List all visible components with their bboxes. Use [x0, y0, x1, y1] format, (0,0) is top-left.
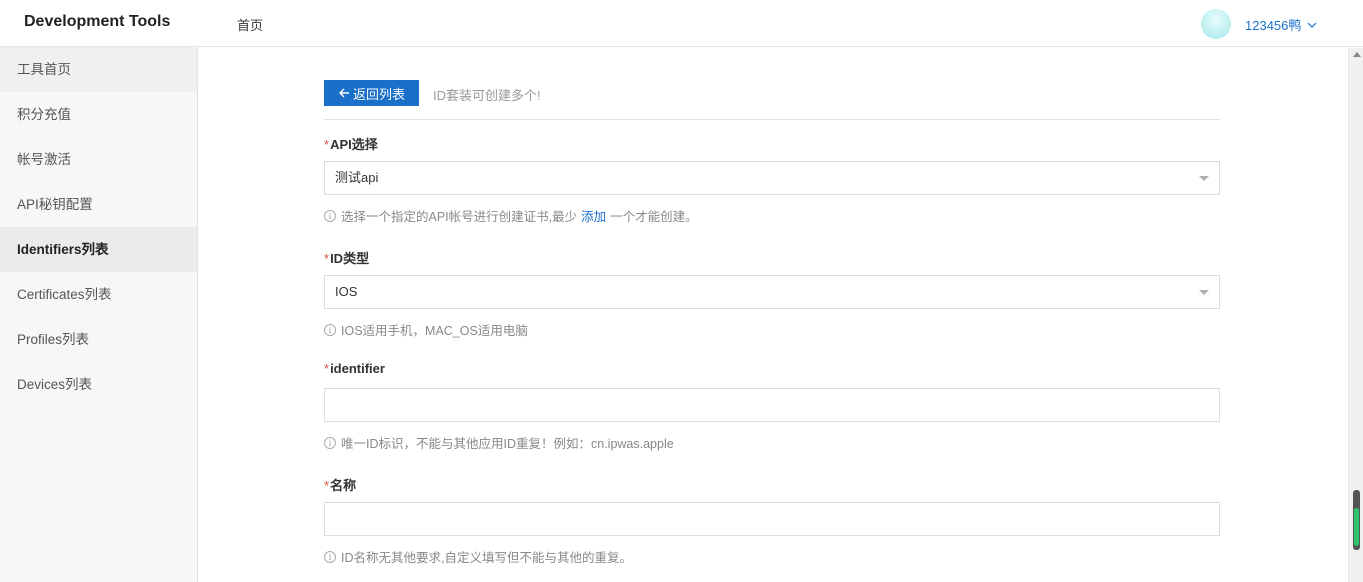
identifier-input[interactable]	[335, 389, 1219, 421]
main-content: 返回列表 ID套装可创建多个! *API选择 测试api i 选择一个指定的AP…	[199, 48, 1347, 582]
chevron-down-icon	[1307, 22, 1317, 28]
sidebar-item-profiles[interactable]: Profiles列表	[0, 317, 197, 362]
sidebar-item-devices[interactable]: Devices列表	[0, 362, 197, 407]
info-circle-icon: i	[324, 323, 336, 336]
id-type-select[interactable]: IOS	[324, 275, 1220, 309]
caret-down-icon	[1199, 290, 1209, 295]
required-mark: *	[324, 251, 330, 266]
create-hint: ID套装可创建多个!	[433, 88, 541, 103]
nav-home-link[interactable]: 首页	[237, 15, 263, 34]
required-mark: *	[324, 361, 330, 376]
add-api-link[interactable]: 添加	[581, 206, 606, 225]
avatar[interactable]	[1201, 9, 1231, 39]
required-mark: *	[324, 137, 330, 152]
sidebar-item-identifiers[interactable]: Identifiers列表	[0, 227, 197, 272]
scroll-up-icon[interactable]	[1353, 52, 1361, 57]
name-field: *名称 i ID名称无其他要求,自定义填写但不能与其他的重复。	[324, 475, 1220, 566]
user-menu[interactable]: 123456鸭	[1245, 15, 1317, 34]
identifier-help: i 唯一ID标识，不能与其他应用ID重复！例如：cn.ipwas.apple	[324, 433, 1220, 452]
back-button-label: 返回列表	[352, 86, 405, 102]
api-select[interactable]: 测试api	[324, 161, 1220, 195]
id-type-field: *ID类型 IOS i IOS适用手机，MAC_OS适用电脑	[324, 248, 1220, 339]
identifier-field: *identifier i 唯一ID标识，不能与其他应用ID重复！例如：cn.i…	[324, 361, 1220, 452]
arrow-left-icon	[338, 88, 349, 98]
identifier-label: *identifier	[324, 361, 385, 376]
identifier-input-wrap	[324, 388, 1220, 422]
back-to-list-button[interactable]: 返回列表	[324, 80, 419, 106]
sidebar-item-tools-home[interactable]: 工具首页	[0, 47, 197, 92]
name-input-wrap	[324, 502, 1220, 536]
name-label: *名称	[324, 478, 357, 493]
name-input[interactable]	[335, 503, 1219, 535]
api-select-label: *API选择	[324, 137, 378, 152]
info-circle-icon: i	[324, 436, 336, 449]
id-type-help: i IOS适用手机，MAC_OS适用电脑	[324, 320, 1220, 339]
sidebar-item-account-activation[interactable]: 帐号激活	[0, 137, 197, 182]
user-name: 123456鸭	[1245, 18, 1302, 33]
sidebar-item-points-recharge[interactable]: 积分充值	[0, 92, 197, 137]
scroll-indicator	[1354, 508, 1359, 546]
divider	[324, 119, 1220, 120]
vertical-scrollbar[interactable]	[1348, 48, 1363, 582]
required-mark: *	[324, 478, 330, 493]
sidebar-item-certificates[interactable]: Certificates列表	[0, 272, 197, 317]
caret-down-icon	[1199, 176, 1209, 181]
api-select-value: 测试api	[335, 170, 379, 185]
id-type-value: IOS	[335, 284, 358, 299]
brand-title: Development Tools	[24, 13, 171, 30]
api-select-help: i 选择一个指定的API帐号进行创建证书,最少 添加 一个才能创建。	[324, 206, 1220, 225]
sidebar-item-api-key-config[interactable]: API秘钥配置	[0, 182, 197, 227]
info-circle-icon: i	[324, 209, 336, 222]
name-help: i ID名称无其他要求,自定义填写但不能与其他的重复。	[324, 547, 1220, 566]
info-circle-icon: i	[324, 550, 336, 563]
top-bar: Development Tools 首页 123456鸭	[0, 0, 1363, 47]
id-type-label: *ID类型	[324, 251, 370, 266]
sidebar: 工具首页 积分充值 帐号激活 API秘钥配置 Identifiers列表 Cer…	[0, 47, 198, 582]
api-select-field: *API选择 测试api i 选择一个指定的API帐号进行创建证书,最少 添加 …	[324, 134, 1220, 225]
